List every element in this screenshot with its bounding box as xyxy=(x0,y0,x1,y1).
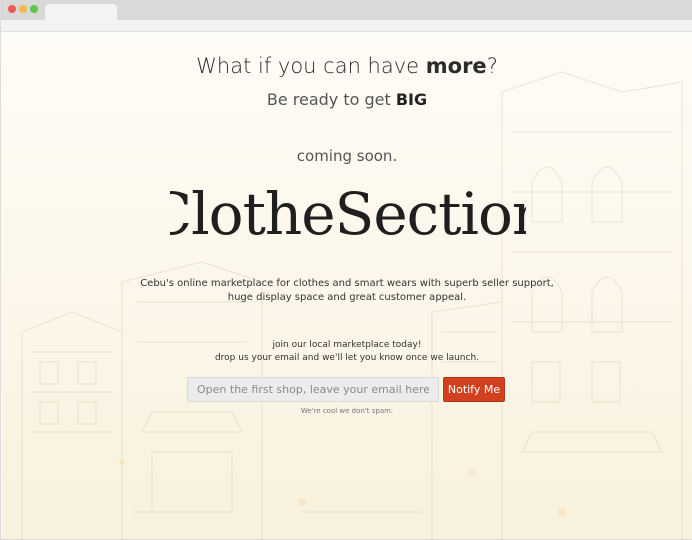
headline-end: ? xyxy=(486,54,498,78)
subheadline-emphasis: BIG xyxy=(395,90,428,109)
signup-intro-line-2: drop us your email and we'll let you kno… xyxy=(214,353,480,363)
description-line-2: huge display space and great customer ap… xyxy=(227,292,467,303)
maximize-window-icon[interactable] xyxy=(30,5,38,13)
close-window-icon[interactable] xyxy=(8,5,16,13)
email-input[interactable] xyxy=(187,377,439,402)
site-description: Cebu's online marketplace for clothes an… xyxy=(2,277,692,305)
hero-subheadline: Be ready to get BIG xyxy=(2,90,692,109)
description-line-1: Cebu's online marketplace for clothes an… xyxy=(140,278,554,289)
headline-emphasis: more xyxy=(425,54,487,78)
browser-tab[interactable] xyxy=(45,4,117,20)
notify-me-button[interactable]: Notify Me xyxy=(443,377,505,402)
browser-toolbar xyxy=(1,20,692,32)
brand-logo: ClotheSection xyxy=(170,180,526,248)
spam-note: We're cool we don't spam. xyxy=(300,407,394,415)
signup-intro-line-1: join our local marketplace today! xyxy=(272,340,422,350)
subheadline-text: Be ready to get xyxy=(266,90,396,109)
browser-titlebar xyxy=(1,0,692,20)
headline-text: What if you can have xyxy=(196,54,426,78)
signup-intro: join our local marketplace today! drop u… xyxy=(2,339,692,365)
brand-logo-text: ClotheSection xyxy=(170,180,526,248)
coming-soon-text: coming soon. xyxy=(296,147,398,165)
hero-headline: What if you can have more? xyxy=(2,54,692,78)
landing-page: What if you can have more? Be ready to g… xyxy=(2,32,692,539)
minimize-window-icon[interactable] xyxy=(19,5,27,13)
browser-window: What if you can have more? Be ready to g… xyxy=(0,0,692,540)
